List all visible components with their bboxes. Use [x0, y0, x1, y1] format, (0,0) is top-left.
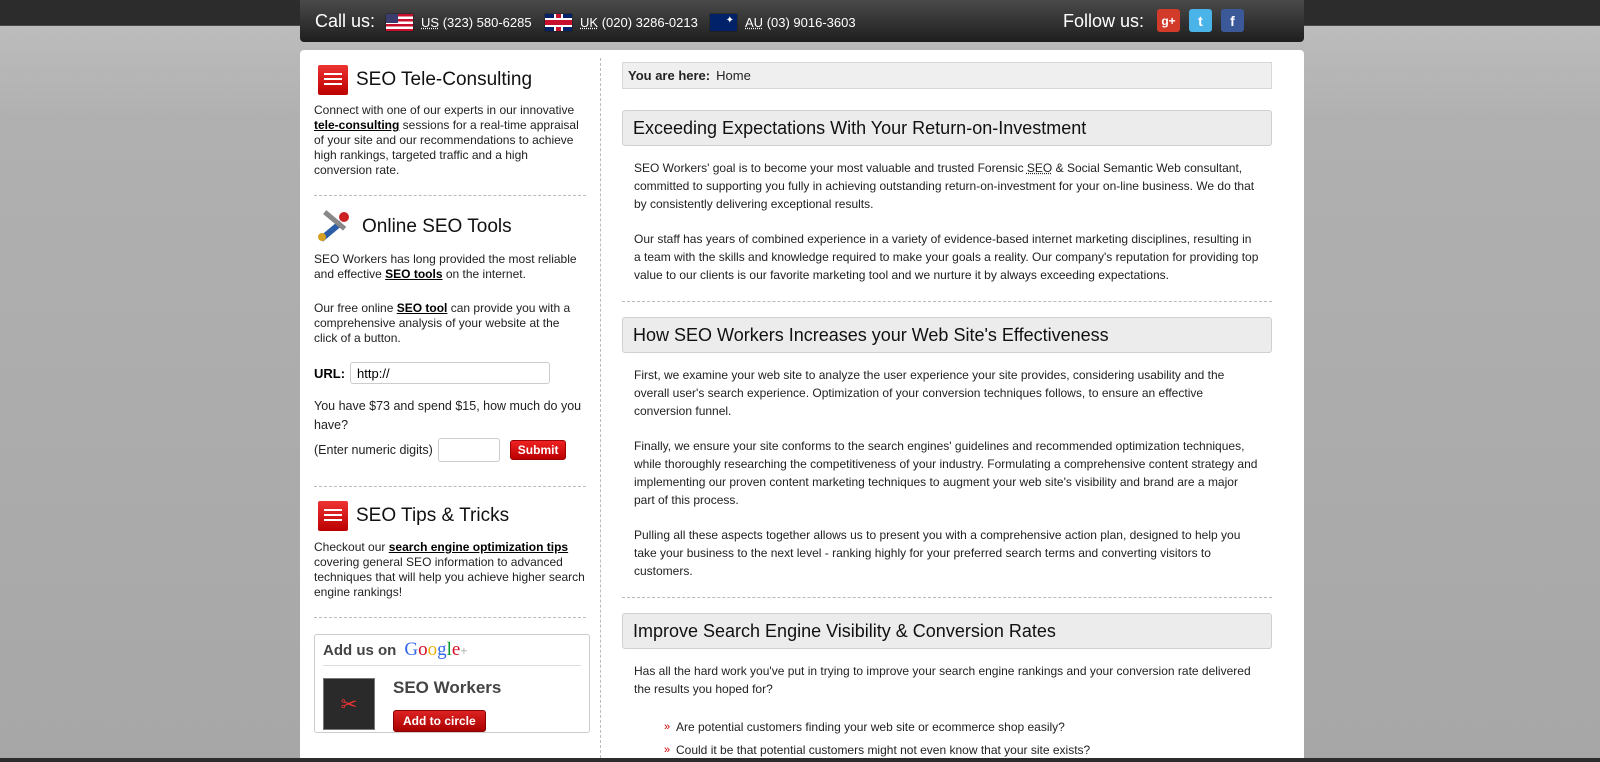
section-title-visibility: Improve Search Engine Visibility & Conve… [622, 613, 1272, 649]
list-item: Could it be that potential customers mig… [664, 739, 1272, 762]
section-divider [622, 597, 1272, 598]
document-icon [318, 65, 348, 95]
url-label: URL: [314, 365, 346, 381]
tele-consulting-text: Connect with one of our experts in our i… [314, 103, 586, 178]
column-divider [600, 58, 601, 758]
seo-tips-link[interactable]: search engine optimization tips [389, 540, 568, 554]
au-flag-icon [710, 14, 737, 31]
document-icon [318, 501, 348, 531]
url-input[interactable] [350, 362, 551, 384]
google-plus-title: Add us on Google+ [323, 635, 581, 666]
tele-consulting-link[interactable]: tele-consulting [314, 118, 399, 132]
breadcrumb-home[interactable]: Home [716, 68, 751, 83]
seo-tool-link[interactable]: SEO tool [397, 301, 448, 315]
google-plus-badge: Add us on Google+ ✂ SEO Workers Add to c… [314, 634, 590, 733]
sidebar-divider [314, 486, 586, 487]
tools-p1-after: on the internet. [442, 267, 526, 281]
phone-number-uk: (020) 3286-0213 [601, 15, 698, 30]
phone-code-us: US [421, 15, 440, 30]
captcha-input[interactable] [437, 438, 500, 462]
profile-name[interactable]: SEO Workers [393, 678, 501, 698]
tips-text-after: covering general SEO information to adva… [314, 555, 585, 599]
us-flag-icon [386, 14, 413, 31]
avatar[interactable]: ✂ [323, 678, 375, 730]
phone-au[interactable]: AU (03) 9016-3603 [710, 14, 856, 31]
sidebar: SEO Tele-Consulting Connect with one of … [314, 50, 590, 733]
question-list: Are potential customers finding your web… [622, 716, 1272, 762]
seo-tools-header: Online SEO Tools [314, 210, 586, 244]
seo-tips-title: SEO Tips & Tricks [356, 505, 510, 526]
url-row: URL: [314, 362, 586, 384]
google-plus-profile: ✂ SEO Workers Add to circle [323, 666, 581, 732]
page-container: SEO Tele-Consulting Connect with one of … [300, 50, 1304, 762]
seo-tools-title: Online SEO Tools [362, 216, 512, 237]
tools-icon [314, 210, 354, 244]
call-us-label: Call us: [315, 11, 376, 31]
uk-flag-icon [545, 14, 572, 31]
tele-consulting-header: SEO Tele-Consulting [314, 65, 586, 95]
section-effectiveness-p2: Finally, we ensure your site conforms to… [634, 439, 1258, 507]
breadcrumb: You are here: Home [622, 62, 1272, 89]
section-visibility-p1: Has all the hard work you've put in tryi… [634, 664, 1251, 696]
seo-tips-header: SEO Tips & Tricks [314, 501, 586, 531]
seo-tools-text-2: Our free online SEO tool can provide you… [314, 301, 586, 346]
facebook-icon[interactable]: f [1221, 9, 1244, 32]
captcha-question: You have $73 and spend $15, how much do … [314, 399, 582, 432]
seo-tips-text: Checkout our search engine optimization … [314, 540, 586, 600]
section-effectiveness-p3: Pulling all these aspects together allow… [634, 528, 1241, 578]
section-roi-p2: Our staff has years of combined experien… [634, 232, 1259, 282]
section-effectiveness-p1: First, we examine your web site to analy… [634, 368, 1225, 418]
sidebar-divider [314, 195, 586, 196]
phone-code-au: AU [745, 15, 764, 30]
section-divider [622, 301, 1272, 302]
section-title-roi: Exceeding Expectations With Your Return-… [622, 110, 1272, 146]
google-plus-logo: Google+ [404, 639, 468, 660]
tips-text-before: Checkout our [314, 540, 389, 554]
digits-label: (Enter numeric digits) [314, 443, 433, 457]
google-plus-icon[interactable]: g+ [1157, 9, 1180, 32]
captcha-row: (Enter numeric digits) Submit [314, 438, 586, 462]
add-to-circle-button[interactable]: Add to circle [393, 710, 486, 732]
phone-uk[interactable]: UK (020) 3286-0213 [545, 14, 698, 31]
phone-number-us: (323) 580-6285 [442, 15, 532, 30]
tools-p2-before: Our free online [314, 301, 397, 315]
tele-consulting-title: SEO Tele-Consulting [356, 69, 533, 90]
phone-code-uk: UK [580, 15, 599, 30]
main-content: You are here: Home Exceeding Expectation… [622, 62, 1272, 762]
section-title-effectiveness: How SEO Workers Increases your Web Site'… [622, 317, 1272, 353]
twitter-icon[interactable]: t [1189, 9, 1212, 32]
tele-text-before: Connect with one of our experts in our i… [314, 103, 575, 117]
submit-button[interactable]: Submit [509, 440, 567, 460]
seo-tools-text-1: SEO Workers has long provided the most r… [314, 252, 586, 282]
seo-abbr: SEO [1026, 161, 1053, 175]
roi-p1-before: SEO Workers' goal is to become your most… [634, 161, 1027, 175]
section-roi-p1: SEO Workers' goal is to become your most… [634, 159, 1260, 213]
seo-tools-link[interactable]: SEO tools [385, 267, 442, 281]
phone-us[interactable]: US (323) 580-6285 [386, 14, 532, 31]
top-bar: Call us: US (323) 580-6285 UK (020) 3286… [300, 0, 1304, 42]
list-item: Are potential customers finding your web… [664, 716, 1272, 739]
follow-us-label: Follow us: [1063, 11, 1145, 31]
phone-number-au: (03) 9016-3603 [766, 15, 856, 30]
sidebar-divider [314, 617, 586, 618]
breadcrumb-label: You are here: [628, 68, 711, 83]
add-us-label: Add us on [323, 641, 397, 659]
